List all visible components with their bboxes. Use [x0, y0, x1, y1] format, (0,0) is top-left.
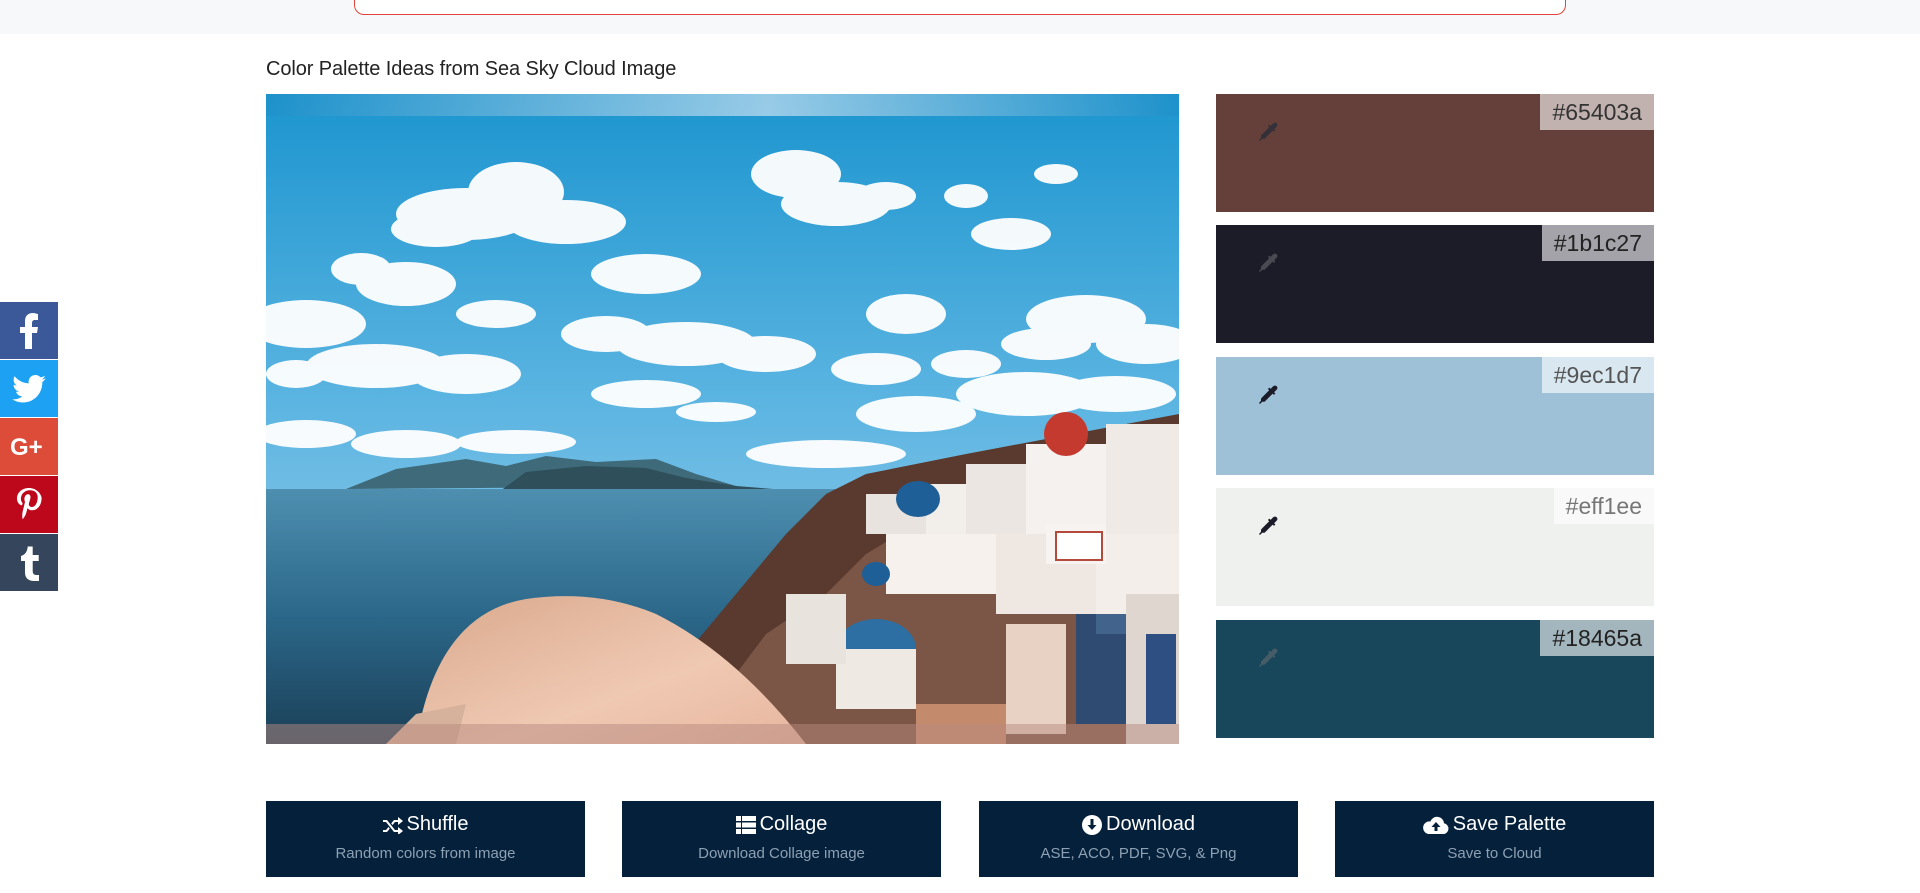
shuffle-label: Shuffle	[406, 813, 469, 835]
download-button[interactable]: Download ASE, ACO, PDF, SVG, & Png	[979, 801, 1298, 877]
eyedropper-icon[interactable]	[1256, 383, 1280, 407]
tumblr-share-button[interactable]	[0, 534, 58, 591]
source-image[interactable]	[266, 94, 1179, 744]
eyedropper-icon[interactable]	[1256, 120, 1280, 144]
download-circle-icon	[1082, 814, 1103, 835]
google-plus-share-button[interactable]: G+	[0, 418, 58, 475]
hex-label[interactable]: #eff1ee	[1553, 488, 1654, 524]
pinterest-share-button[interactable]	[0, 476, 58, 533]
save-palette-button[interactable]: Save Palette Save to Cloud	[1335, 801, 1654, 877]
palette-swatch-1[interactable]: #65403a	[1216, 94, 1654, 212]
palette-swatch-5[interactable]: #18465a	[1216, 620, 1654, 738]
cloud-upload-icon	[1422, 816, 1449, 834]
facebook-share-button[interactable]	[0, 302, 58, 359]
pinterest-icon	[17, 487, 42, 519]
shuffle-icon	[382, 816, 403, 834]
collage-label: Collage	[759, 813, 828, 835]
page-title: Color Palette Ideas from Sea Sky Cloud I…	[266, 58, 677, 80]
collage-button[interactable]: Collage Download Collage image	[622, 801, 941, 877]
facebook-icon	[20, 312, 38, 349]
hex-label[interactable]: #18465a	[1540, 620, 1654, 656]
eyedropper-icon[interactable]	[1256, 646, 1280, 670]
download-sublabel: ASE, ACO, PDF, SVG, & Png	[1040, 845, 1237, 862]
save-palette-sublabel: Save to Cloud	[1447, 845, 1542, 862]
palette-swatch-4[interactable]: #eff1ee	[1216, 488, 1654, 606]
hex-label[interactable]: #65403a	[1540, 94, 1654, 130]
hex-label[interactable]: #9ec1d7	[1541, 357, 1654, 393]
twitter-icon	[12, 374, 46, 402]
palette-swatch-2[interactable]: #1b1c27	[1216, 225, 1654, 343]
shuffle-button[interactable]: Shuffle Random colors from image	[266, 801, 585, 877]
save-palette-label: Save Palette	[1452, 813, 1567, 835]
top-band	[0, 0, 1920, 34]
social-share-bar: G+	[0, 302, 58, 591]
twitter-share-button[interactable]	[0, 360, 58, 417]
collage-sublabel: Download Collage image	[698, 845, 865, 862]
hex-label[interactable]: #1b1c27	[1541, 225, 1654, 261]
top-banner-box	[354, 0, 1566, 15]
google-plus-icon: G+	[10, 434, 43, 460]
palette-swatch-3[interactable]: #9ec1d7	[1216, 357, 1654, 475]
santorini-photo	[266, 94, 1179, 744]
tumblr-icon	[21, 546, 39, 581]
eyedropper-icon[interactable]	[1256, 251, 1280, 275]
grid-list-icon	[735, 815, 756, 834]
svg-text:G+: G+	[10, 434, 43, 460]
eyedropper-icon[interactable]	[1256, 514, 1280, 538]
shuffle-sublabel: Random colors from image	[335, 845, 516, 862]
download-label: Download	[1106, 813, 1195, 835]
